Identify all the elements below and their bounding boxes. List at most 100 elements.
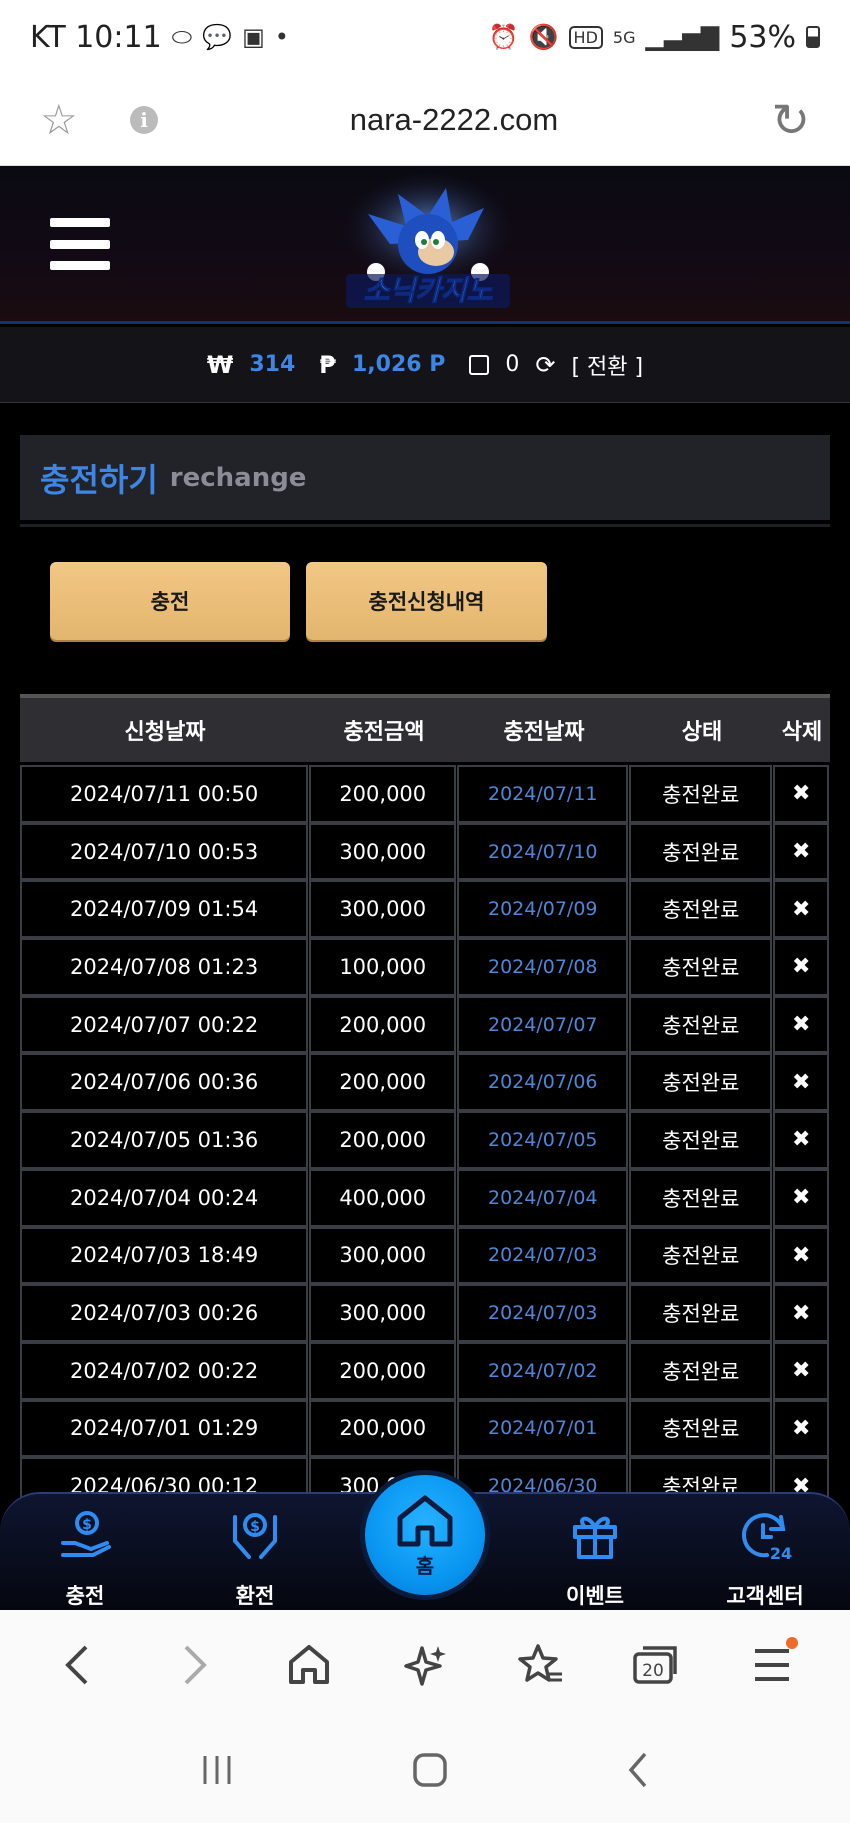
amount-cell: 100,000 <box>309 938 457 996</box>
reload-icon[interactable]: ↻ <box>750 93 810 147</box>
amount-cell: 200,000 <box>309 1399 457 1458</box>
nav-home-label: 홈 <box>415 1553 435 1578</box>
status-right: ⏰ 🔇 HD 5G ▁▃▅▇ 53% <box>489 20 820 55</box>
delete-icon[interactable]: ✖ <box>773 1341 829 1400</box>
delete-icon[interactable]: ✖ <box>773 1053 829 1112</box>
refresh-icon[interactable]: ⟳ <box>535 351 555 379</box>
amount-cell: 400,000 <box>309 1168 457 1227</box>
delete-icon[interactable]: ✖ <box>773 1111 829 1169</box>
chip-icon <box>469 354 490 375</box>
delete-icon[interactable]: ✖ <box>773 1284 829 1342</box>
request-date-cell: 2024/07/02 00:22 <box>20 1341 309 1400</box>
charge-date-cell: 2024/07/07 <box>457 995 629 1054</box>
delete-icon[interactable]: ✖ <box>773 995 829 1054</box>
request-date-cell: 2024/07/10 00:53 <box>20 822 309 881</box>
charge-button[interactable]: 충전 <box>50 562 290 640</box>
amount-cell: 200,000 <box>309 995 457 1054</box>
status-cell: 충전완료 <box>629 1341 773 1400</box>
bookmark-star-icon[interactable]: ☆ <box>40 95 100 144</box>
nav-event[interactable]: 이벤트 <box>525 1504 665 1610</box>
nav-exchange[interactable]: $ 환전 <box>185 1504 325 1610</box>
site-info-icon[interactable]: i <box>130 105 158 134</box>
section-title-ko: 충전하기 <box>40 460 158 499</box>
header-amount: 충전금액 <box>343 720 425 745</box>
status-cell: 충전완료 <box>629 1284 773 1342</box>
hd-icon: HD <box>568 25 603 49</box>
back-icon[interactable] <box>38 1625 118 1705</box>
nav-support[interactable]: 24 고객센터 <box>695 1504 835 1610</box>
amount-cell: 300,000 <box>309 1284 457 1342</box>
nav-charge[interactable]: $ 충전 <box>15 1504 155 1610</box>
point-balance: 1,026 P <box>352 352 446 377</box>
sparkle-icon[interactable] <box>385 1625 465 1705</box>
charge-date-cell: 2024/07/01 <box>457 1399 629 1458</box>
delete-icon[interactable]: ✖ <box>773 1168 829 1227</box>
table-row: 2024/07/01 01:29 200,000 2024/07/01 충전완료 ✖ <box>20 1399 830 1458</box>
site-header: 소닉카지노 <box>0 166 850 324</box>
status-bar: KT 10:11 ⬭ 💬 ▣ • ⏰ 🔇 HD 5G ▁▃▅▇ 53% <box>0 0 850 74</box>
status-cell: 충전완료 <box>629 1226 773 1285</box>
charge-date-cell: 2024/07/04 <box>457 1168 629 1227</box>
request-date-cell: 2024/07/05 01:36 <box>20 1111 309 1169</box>
hamburger-menu-icon[interactable] <box>50 218 110 270</box>
system-home-icon[interactable] <box>410 1750 450 1794</box>
site-logo[interactable]: 소닉카지노 <box>328 174 528 318</box>
delete-icon[interactable]: ✖ <box>773 1226 829 1285</box>
url-text[interactable]: nara-2222.com <box>158 102 750 138</box>
svg-text:$: $ <box>82 1517 92 1533</box>
mute-icon: 🔇 <box>528 23 559 51</box>
browser-home-icon[interactable] <box>269 1625 349 1705</box>
table-row: 2024/07/03 00:26 300,000 2024/07/03 충전완료 ✖ <box>20 1284 830 1342</box>
notification-dot <box>786 1637 799 1649</box>
status-cell: 충전완료 <box>629 1111 773 1169</box>
forward-icon[interactable] <box>154 1625 234 1705</box>
status-left: KT 10:11 ⬭ 💬 ▣ • <box>30 20 289 55</box>
charge-date-cell: 2024/07/02 <box>457 1341 629 1400</box>
amount-cell: 200,000 <box>309 1111 457 1169</box>
tabs-icon[interactable]: 20 <box>616 1625 696 1705</box>
section-title-en: rechange <box>169 462 307 493</box>
charge-hand-coin-icon: $ <box>15 1504 155 1566</box>
exchange-hands-coin-icon: $ <box>185 1504 325 1566</box>
delete-icon[interactable]: ✖ <box>773 765 829 823</box>
url-bar: ☆ i nara-2222.com ↻ <box>0 74 850 166</box>
system-nav <box>0 1720 850 1823</box>
won-balance: 314 <box>249 352 296 377</box>
status-cell: 충전완료 <box>629 880 773 939</box>
status-cell: 충전완료 <box>629 1399 773 1458</box>
browser-menu-icon[interactable] <box>732 1625 812 1705</box>
amount-cell: 200,000 <box>309 765 457 823</box>
svg-text:소닉카지노: 소닉카지노 <box>364 274 493 307</box>
charge-date-cell: 2024/07/06 <box>457 1053 629 1112</box>
header-request-date: 신청날짜 <box>124 720 206 745</box>
request-date-cell: 2024/07/06 00:36 <box>20 1053 309 1112</box>
battery-level: 53% <box>729 19 796 55</box>
delete-icon[interactable]: ✖ <box>773 822 829 881</box>
status-cell: 충전완료 <box>629 822 773 881</box>
delete-icon[interactable]: ✖ <box>773 938 829 996</box>
amount-cell: 300,000 <box>309 880 457 939</box>
amount-cell: 200,000 <box>309 1053 457 1112</box>
table-row: 2024/07/03 18:49 300,000 2024/07/03 충전완료 ✖ <box>20 1226 830 1285</box>
bookmarks-icon[interactable] <box>501 1625 581 1705</box>
header-status: 상태 <box>681 720 723 745</box>
charge-date-cell: 2024/07/10 <box>457 822 629 881</box>
convert-link[interactable]: [ 전환 ] <box>571 349 643 381</box>
carrier-time: KT 10:11 <box>30 19 162 55</box>
recents-icon[interactable] <box>197 1752 237 1792</box>
amount-cell: 200,000 <box>309 1341 457 1400</box>
request-date-cell: 2024/07/08 01:23 <box>20 938 309 996</box>
table-row: 2024/07/02 00:22 200,000 2024/07/02 충전완료 ✖ <box>20 1341 830 1400</box>
system-back-icon[interactable] <box>623 1750 653 1794</box>
nav-event-label: 이벤트 <box>566 1584 624 1608</box>
table-row: 2024/07/08 01:23 100,000 2024/07/08 충전완료 ✖ <box>20 938 830 996</box>
charge-date-cell: 2024/07/11 <box>457 765 629 823</box>
home-icon <box>397 1495 453 1546</box>
charge-history-button[interactable]: 충전신청내역 <box>306 562 547 640</box>
table-row: 2024/07/04 00:24 400,000 2024/07/04 충전완료 ✖ <box>20 1168 830 1227</box>
nav-home-button[interactable]: 홈 <box>360 1470 490 1600</box>
delete-icon[interactable]: ✖ <box>773 880 829 939</box>
delete-icon[interactable]: ✖ <box>773 1399 829 1458</box>
charge-date-cell: 2024/07/09 <box>457 880 629 939</box>
balance-bar: ₩ 314 ₱ 1,026 P 0 ⟳ [ 전환 ] <box>0 327 850 403</box>
